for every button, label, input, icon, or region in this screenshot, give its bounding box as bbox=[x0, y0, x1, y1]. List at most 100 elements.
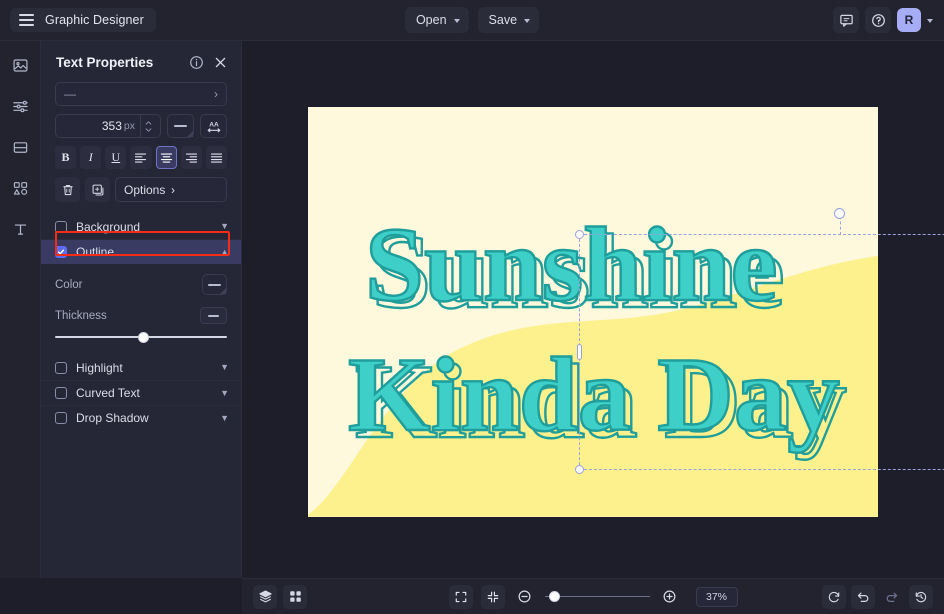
chevron-down-icon: ▼ bbox=[220, 414, 229, 423]
chevron-down-icon bbox=[454, 19, 460, 23]
outline-settings: Color Thickness bbox=[41, 264, 241, 355]
font-size-unit: px bbox=[124, 120, 135, 132]
drop-shadow-label: Drop Shadow bbox=[76, 411, 220, 425]
duplicate-button[interactable] bbox=[85, 177, 110, 202]
effects-accordion: Background ▼ Outline ▲ Color bbox=[41, 214, 241, 430]
italic-button[interactable]: I bbox=[80, 146, 101, 169]
chevron-down-icon bbox=[927, 19, 933, 23]
fit-screen-button[interactable] bbox=[449, 585, 473, 609]
outline-thickness-value[interactable] bbox=[200, 307, 227, 324]
outline-color-row: Color bbox=[55, 274, 227, 295]
rail-item-layout[interactable] bbox=[5, 132, 35, 162]
drop-shadow-checkbox[interactable] bbox=[55, 412, 67, 424]
align-left-button[interactable] bbox=[130, 146, 151, 169]
font-color-swatch[interactable] bbox=[167, 114, 194, 138]
image-icon bbox=[12, 57, 29, 74]
font-family-value: — bbox=[64, 87, 214, 101]
align-center-button[interactable] bbox=[156, 146, 177, 169]
grid-button[interactable] bbox=[283, 585, 307, 609]
font-size-row: 353 px AA bbox=[55, 114, 227, 138]
hamburger-icon bbox=[19, 14, 34, 26]
curved-text-checkbox[interactable] bbox=[55, 387, 67, 399]
rail-item-elements[interactable] bbox=[5, 173, 35, 203]
layers-icon bbox=[258, 589, 273, 604]
chevron-down-icon: ▼ bbox=[220, 363, 229, 372]
help-circle-icon bbox=[871, 13, 886, 28]
align-justify-button[interactable] bbox=[206, 146, 227, 169]
avatar[interactable]: R bbox=[897, 8, 921, 32]
refresh-button[interactable] bbox=[822, 585, 846, 609]
background-checkbox[interactable] bbox=[55, 221, 67, 233]
slider-knob[interactable] bbox=[138, 332, 149, 343]
save-menu-button[interactable]: Save bbox=[478, 7, 540, 33]
section-outline[interactable]: Outline ▲ bbox=[41, 239, 241, 264]
chevron-up-icon: ▲ bbox=[220, 248, 229, 257]
zoom-out-icon bbox=[517, 589, 532, 604]
artboard[interactable]: .tl { font-family: "Liberation Serif", s… bbox=[308, 107, 878, 517]
outline-color-swatch[interactable] bbox=[202, 274, 227, 295]
letter-spacing-icon: AA bbox=[206, 119, 222, 134]
outline-thickness-slider[interactable] bbox=[55, 331, 227, 343]
artwork-text[interactable]: .tl { font-family: "Liberation Serif", s… bbox=[308, 107, 878, 517]
font-size-stepper[interactable] bbox=[140, 115, 155, 137]
avatar-menu-button[interactable] bbox=[927, 18, 933, 23]
layout-icon bbox=[12, 139, 29, 156]
font-family-select[interactable]: — › bbox=[55, 82, 227, 106]
history-button[interactable] bbox=[909, 585, 933, 609]
chevron-right-icon: › bbox=[214, 88, 218, 100]
layers-button[interactable] bbox=[253, 585, 277, 609]
chevron-up-icon bbox=[145, 121, 152, 125]
chevron-down-icon bbox=[524, 19, 530, 23]
section-curved-text[interactable]: Curved Text ▼ bbox=[41, 380, 241, 405]
rail-item-text[interactable] bbox=[5, 214, 35, 244]
outline-label: Outline bbox=[76, 245, 220, 259]
delete-button[interactable] bbox=[55, 177, 80, 202]
zoom-slider-knob[interactable] bbox=[549, 591, 560, 602]
options-label: Options bbox=[124, 183, 171, 197]
tool-rail bbox=[0, 41, 41, 578]
close-panel-button[interactable] bbox=[213, 55, 228, 70]
align-left-icon bbox=[134, 152, 147, 163]
canvas-area[interactable]: .tl { font-family: "Liberation Serif", s… bbox=[242, 41, 944, 578]
open-label: Open bbox=[416, 13, 447, 27]
section-highlight[interactable]: Highlight ▼ bbox=[41, 355, 241, 380]
options-button[interactable]: Options › bbox=[115, 177, 227, 202]
zoom-out-button[interactable] bbox=[513, 585, 537, 609]
check-icon bbox=[57, 248, 65, 256]
color-empty-dash-icon bbox=[174, 125, 187, 127]
info-button[interactable] bbox=[189, 55, 204, 70]
zoom-in-button[interactable] bbox=[658, 585, 682, 609]
rail-item-image[interactable] bbox=[5, 50, 35, 80]
zoom-slider[interactable] bbox=[545, 591, 650, 603]
underline-button[interactable]: U bbox=[105, 146, 126, 169]
align-right-button[interactable] bbox=[181, 146, 202, 169]
top-right-actions: R bbox=[833, 7, 944, 33]
section-drop-shadow[interactable]: Drop Shadow ▼ bbox=[41, 405, 241, 430]
bold-button[interactable]: B bbox=[55, 146, 76, 169]
font-size-input[interactable]: 353 px bbox=[55, 114, 161, 138]
duplicate-icon bbox=[91, 183, 105, 197]
zoom-slider-track bbox=[545, 596, 650, 598]
collapse-view-button[interactable] bbox=[481, 585, 505, 609]
zoom-level-value[interactable]: 37% bbox=[696, 587, 738, 607]
outline-checkbox[interactable] bbox=[55, 246, 67, 258]
value-empty-dash-icon bbox=[208, 315, 219, 317]
rail-item-adjust[interactable] bbox=[5, 91, 35, 121]
font-size-value: 353 bbox=[102, 119, 122, 133]
background-label: Background bbox=[76, 220, 220, 234]
highlight-checkbox[interactable] bbox=[55, 362, 67, 374]
letter-spacing-button[interactable]: AA bbox=[200, 114, 227, 138]
outline-color-label: Color bbox=[55, 279, 202, 291]
redo-button[interactable] bbox=[880, 585, 904, 609]
undo-button[interactable] bbox=[851, 585, 875, 609]
bottom-right-tools bbox=[822, 585, 933, 609]
text-line-2: Kinda Day bbox=[348, 336, 840, 453]
help-button[interactable] bbox=[865, 7, 891, 33]
app-menu-button[interactable]: Graphic Designer bbox=[10, 8, 156, 32]
align-right-icon bbox=[185, 152, 198, 163]
outline-thickness-label: Thickness bbox=[55, 310, 200, 322]
section-background[interactable]: Background ▼ bbox=[41, 214, 241, 239]
open-menu-button[interactable]: Open bbox=[405, 7, 469, 33]
chevron-down-icon: ▼ bbox=[220, 389, 229, 398]
comment-button[interactable] bbox=[833, 7, 859, 33]
